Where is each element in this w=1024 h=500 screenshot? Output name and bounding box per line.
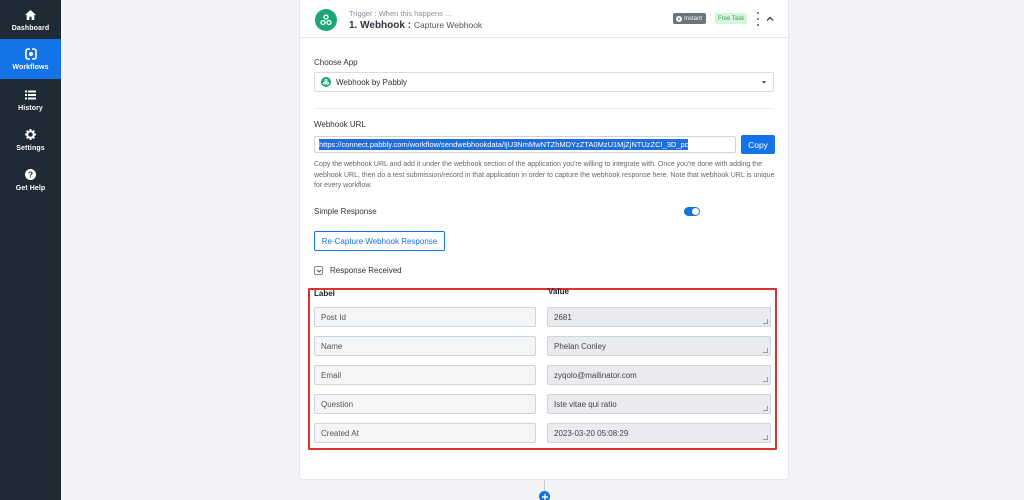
response-label-field[interactable]: Name	[314, 336, 536, 356]
add-step-button[interactable]	[539, 491, 550, 500]
home-icon	[25, 9, 37, 21]
response-value-text: 2023-03-20 05:08:29	[554, 428, 629, 438]
webhook-url-input[interactable]: https://connect.pabbly.com/workflow/send…	[314, 136, 736, 153]
sidebar: Dashboard Workflows History Settings ? G…	[0, 0, 61, 500]
response-value-text: 2681	[554, 312, 572, 322]
webhook-url-label: Webhook URL	[314, 120, 366, 129]
gear-icon	[25, 129, 37, 141]
sidebar-item-label: Dashboard	[11, 24, 50, 32]
instant-badge-label: Instant	[684, 15, 703, 22]
response-label-field[interactable]: Post Id	[314, 307, 536, 327]
response-collapse-toggle[interactable]	[314, 266, 323, 275]
sidebar-item-label: History	[18, 104, 43, 112]
simple-response-label: Simple Response	[314, 207, 377, 216]
list-icon	[25, 89, 37, 101]
trigger-card: Trigger : When this happens ... 1. Webho…	[299, 0, 790, 480]
trigger-subtitle: Trigger : When this happens ...	[349, 9, 452, 18]
choose-app-select[interactable]: Webhook by Pabbly	[314, 72, 774, 92]
sidebar-item-label: Settings	[16, 144, 45, 152]
webhook-url-value: https://connect.pabbly.com/workflow/send…	[319, 139, 689, 150]
free-task-badge: Free Task	[715, 13, 748, 24]
sidebar-item-label: Get Help	[15, 184, 46, 192]
response-value-text: Iste vitae qui ratio	[554, 399, 617, 409]
chevron-down-icon	[316, 269, 321, 273]
choose-app-value: Webhook by Pabbly	[336, 77, 408, 87]
bolt-icon	[676, 15, 682, 22]
response-value-text: zyqolo@mailinator.com	[554, 370, 637, 380]
webhook-logo-icon	[315, 9, 337, 31]
caret-down-icon	[762, 81, 766, 84]
copy-button[interactable]: Copy	[741, 135, 775, 154]
response-value-field[interactable]: zyqolo@mailinator.com	[547, 365, 771, 385]
trigger-header[interactable]: Trigger : When this happens ... 1. Webho…	[300, 0, 790, 38]
sidebar-item-dashboard[interactable]: Dashboard	[0, 0, 61, 40]
response-value-field[interactable]: 2681	[547, 307, 771, 327]
response-label-field[interactable]: Question	[314, 394, 536, 414]
sidebar-item-settings[interactable]: Settings	[0, 120, 61, 160]
instant-badge: Instant	[673, 13, 707, 24]
choose-app-label: Choose App	[314, 58, 358, 67]
resize-grip-icon[interactable]	[763, 435, 768, 440]
resize-grip-icon[interactable]	[763, 406, 768, 411]
response-value-field[interactable]: Iste vitae qui ratio	[547, 394, 771, 414]
sidebar-item-label: Workflows	[12, 63, 49, 71]
recapture-webhook-button[interactable]: Re-Capture Webhook Response	[314, 231, 445, 251]
label-column-header: Label	[314, 289, 335, 298]
sidebar-item-history[interactable]: History	[0, 80, 61, 120]
webhook-logo-icon	[321, 77, 331, 87]
resize-grip-icon[interactable]	[763, 319, 768, 324]
plus-icon	[541, 493, 548, 500]
sidebar-item-workflows[interactable]: Workflows	[0, 39, 61, 79]
response-value-field[interactable]: Phelan Conley	[547, 336, 771, 356]
divider	[314, 108, 774, 109]
response-value-field[interactable]: 2023-03-20 05:08:29	[547, 423, 771, 443]
response-value-text: Phelan Conley	[554, 341, 607, 351]
trigger-title-action: Capture Webhook	[413, 20, 483, 30]
simple-response-toggle[interactable]	[684, 207, 700, 216]
more-options-icon[interactable]	[755, 12, 761, 26]
svg-text:?: ?	[28, 170, 33, 179]
resize-grip-icon[interactable]	[763, 377, 768, 382]
response-label-field[interactable]: Email	[314, 365, 536, 385]
trigger-title: 1. Webhook : Capture Webhook	[349, 20, 482, 31]
webhook-help-text: Copy the webhook URL and add it under th…	[314, 161, 775, 189]
sidebar-item-get-help[interactable]: ? Get Help	[0, 160, 61, 200]
chevron-up-icon[interactable]	[765, 14, 775, 24]
response-received-label: Response Received	[330, 266, 402, 275]
response-label-field[interactable]: Created At	[314, 423, 536, 443]
workflow-icon	[24, 47, 37, 60]
resize-grip-icon[interactable]	[763, 348, 768, 353]
trigger-title-main: 1. Webhook :	[349, 20, 412, 31]
question-icon: ?	[25, 169, 37, 181]
value-column-header: Value	[548, 287, 569, 296]
